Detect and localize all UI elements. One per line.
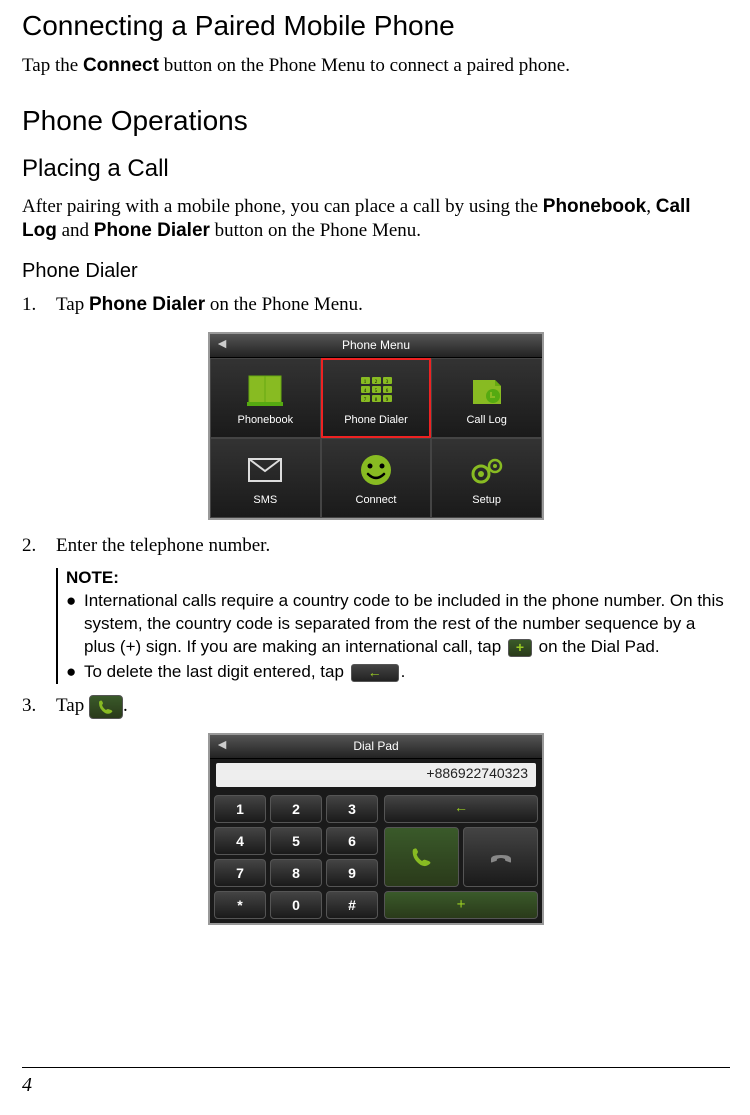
menu-phone-dialer[interactable]: 123 456 789 Phone Dialer (321, 358, 432, 438)
text: , (646, 196, 656, 217)
phonebook-keyword: Phonebook (543, 196, 646, 217)
step-1: 1. Tap Phone Dialer on the Phone Menu. (22, 293, 730, 318)
phone-dialer-keyword: Phone Dialer (94, 220, 210, 241)
connect-keyword: Connect (83, 55, 159, 76)
text: . (401, 662, 406, 681)
dial-body: 1 2 3 4 5 6 7 8 9 * 0 # ← (210, 791, 542, 923)
text: Tap the (22, 55, 83, 76)
text: button on the Phone Menu. (210, 220, 421, 241)
dial-pad-screenshot: ◄ Dial Pad +886922740323 1 2 3 4 5 6 7 8… (22, 733, 730, 925)
key-6[interactable]: 6 (326, 827, 378, 855)
page-footer: 4 (22, 1067, 730, 1097)
backspace-button-icon: ← (351, 664, 399, 682)
phone-dial-icon (410, 846, 434, 868)
dialer-icon: 123 456 789 (358, 370, 394, 410)
phone-menu-window: ◄ Phone Menu Phonebook 123 456 (208, 332, 544, 520)
heading-phone-dialer: Phone Dialer (22, 260, 730, 283)
heading-phone-operations: Phone Operations (22, 105, 730, 137)
phone-menu-header: ◄ Phone Menu (210, 334, 542, 358)
key-star[interactable]: * (214, 891, 266, 919)
menu-label: Phone Dialer (344, 414, 408, 426)
note-box: NOTE: ● International calls require a co… (56, 568, 730, 684)
plus-icon: + (456, 896, 465, 914)
intro-paragraph: Tap the Connect button on the Phone Menu… (22, 54, 730, 79)
bullet-icon: ● (66, 590, 84, 659)
key-7[interactable]: 7 (214, 859, 266, 887)
hangup-key[interactable] (463, 827, 538, 887)
dial-display: +886922740323 (216, 763, 536, 787)
note-bullet-2: ● To delete the last digit entered, tap … (66, 661, 730, 684)
key-2[interactable]: 2 (270, 795, 322, 823)
dial-button-icon (89, 695, 123, 719)
back-arrow-icon[interactable]: ◄ (210, 736, 234, 756)
note-bullet-1: ● International calls require a country … (66, 590, 730, 659)
menu-call-log[interactable]: Call Log (431, 358, 542, 438)
key-5[interactable]: 5 (270, 827, 322, 855)
plus-button-icon: + (508, 639, 532, 657)
phone-dialer-keyword: Phone Dialer (89, 294, 205, 315)
key-0[interactable]: 0 (270, 891, 322, 919)
key-3[interactable]: 3 (326, 795, 378, 823)
step-text: Enter the telephone number. (56, 534, 270, 559)
text: After pairing with a mobile phone, you c… (22, 196, 543, 217)
menu-label: Connect (356, 494, 397, 506)
menu-sms[interactable]: SMS (210, 438, 321, 518)
text: . (123, 695, 128, 716)
step-text: Tap Phone Dialer on the Phone Menu. (56, 293, 363, 318)
heading-connecting: Connecting a Paired Mobile Phone (22, 10, 730, 42)
phone-hangup-icon (489, 849, 513, 865)
text: on the Phone Menu. (205, 294, 363, 315)
dial-pad-title: Dial Pad (234, 739, 542, 753)
sms-icon (243, 450, 287, 490)
text: To delete the last digit entered, tap (84, 662, 349, 681)
keypad: 1 2 3 4 5 6 7 8 9 * 0 # (214, 795, 378, 919)
text: on the Dial Pad. (534, 637, 660, 656)
note-text: International calls require a country co… (84, 590, 730, 659)
menu-label: Setup (472, 494, 501, 506)
backspace-icon: ← (454, 801, 468, 817)
side-keys: ← + (384, 795, 538, 919)
text: Tap (56, 695, 89, 716)
menu-setup[interactable]: Setup (431, 438, 542, 518)
key-9[interactable]: 9 (326, 859, 378, 887)
phone-menu-grid: Phonebook 123 456 789 Phone Dialer (210, 358, 542, 518)
phonebook-icon (243, 370, 287, 410)
page-number: 4 (22, 1074, 730, 1097)
heading-placing-call: Placing a Call (22, 155, 730, 183)
text: Tap (56, 294, 89, 315)
setup-icon (467, 450, 507, 490)
key-8[interactable]: 8 (270, 859, 322, 887)
dial-pad-window: ◄ Dial Pad +886922740323 1 2 3 4 5 6 7 8… (208, 733, 544, 925)
menu-connect[interactable]: Connect (321, 438, 432, 518)
key-hash[interactable]: # (326, 891, 378, 919)
call-log-icon (465, 370, 509, 410)
key-1[interactable]: 1 (214, 795, 266, 823)
key-4[interactable]: 4 (214, 827, 266, 855)
phone-menu-title: Phone Menu (234, 338, 542, 352)
menu-label: Phonebook (237, 414, 293, 426)
connect-icon (358, 450, 394, 490)
menu-label: Call Log (466, 414, 506, 426)
placing-paragraph: After pairing with a mobile phone, you c… (22, 195, 730, 244)
step-number: 3. (22, 694, 56, 719)
dial-key[interactable] (384, 827, 459, 887)
step-3: 3. Tap . (22, 694, 730, 719)
text: button on the Phone Menu to connect a pa… (159, 55, 570, 76)
plus-key[interactable]: + (384, 891, 538, 919)
step-number: 2. (22, 534, 56, 559)
dial-pad-header: ◄ Dial Pad (210, 735, 542, 759)
phone-menu-screenshot: ◄ Phone Menu Phonebook 123 456 (22, 332, 730, 520)
back-arrow-icon[interactable]: ◄ (210, 335, 234, 355)
step-number: 1. (22, 293, 56, 318)
note-title: NOTE: (66, 568, 730, 588)
backspace-key[interactable]: ← (384, 795, 538, 823)
step-text: Tap . (56, 694, 128, 719)
step-2: 2. Enter the telephone number. (22, 534, 730, 559)
text: and (57, 220, 94, 241)
note-text: To delete the last digit entered, tap ←. (84, 661, 405, 684)
bullet-icon: ● (66, 661, 84, 684)
menu-phonebook[interactable]: Phonebook (210, 358, 321, 438)
menu-label: SMS (253, 494, 277, 506)
